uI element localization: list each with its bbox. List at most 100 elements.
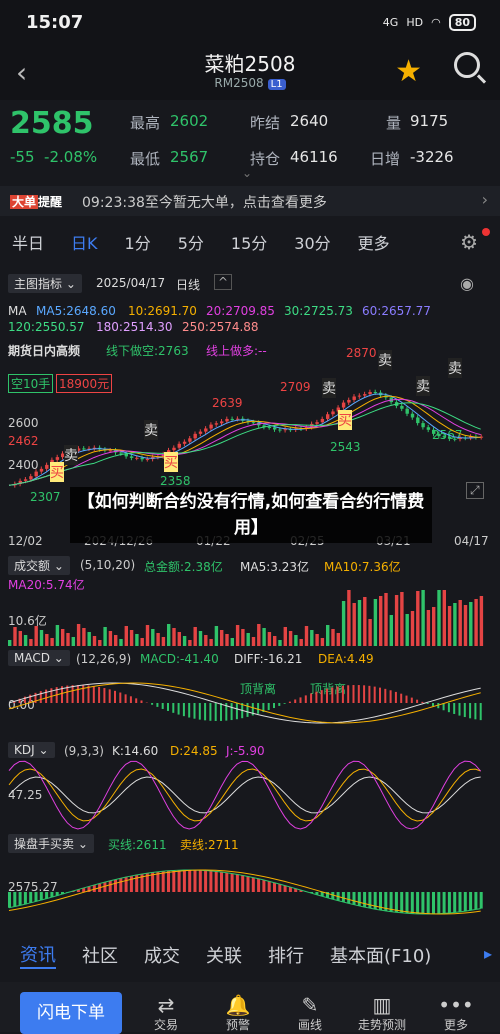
tab-30min[interactable]: 30分 [294, 230, 330, 254]
volume-bar [241, 629, 244, 646]
trade-icon: ⇄ [136, 994, 196, 1016]
candle-body [82, 448, 85, 449]
status-bar: 15:07 4G HD ◠ 80 [0, 0, 500, 44]
oi-label: 持仓 [250, 148, 280, 169]
hand-label: 操盘手买卖 [14, 837, 74, 851]
hand-bar [459, 892, 462, 912]
hand-plot [0, 852, 500, 924]
last-price: 2585 [10, 106, 94, 141]
tab-related[interactable]: 关联 [206, 942, 242, 968]
volume-bar [321, 638, 324, 646]
volume-bar [363, 597, 366, 646]
big-order-alert[interactable]: 大单提醒 09:23:38至今暂无大单，点击查看更多 › [0, 186, 500, 216]
macd-bar [40, 691, 42, 703]
pen-icon: ✎ [280, 994, 340, 1016]
search-icon[interactable] [454, 52, 480, 78]
expand-chevron-icon[interactable]: ⌄ [242, 166, 252, 180]
tab-half-day[interactable]: 半日 [12, 230, 44, 254]
more-button[interactable]: •••更多 [426, 994, 486, 1033]
candle-body [453, 439, 456, 440]
alert-button[interactable]: 🔔预警 [208, 994, 268, 1033]
article-overlay-title[interactable]: 【如何判断合约没有行情,如何查看合约行情费用】 [70, 487, 432, 543]
hand-bar [8, 892, 11, 908]
candle-body [24, 479, 27, 481]
trade-mark-buy: 买 [50, 462, 64, 482]
vol-label: 量 [386, 112, 401, 133]
macd-diff: DIFF:-16.21 [234, 652, 302, 666]
status-icons: 4G HD ◠ 80 [383, 14, 476, 31]
tab-1min[interactable]: 1分 [125, 230, 151, 254]
macd-bar [162, 703, 164, 709]
eye-icon[interactable]: ◉ [460, 274, 474, 293]
draw-line-button[interactable]: ✎画线 [280, 994, 340, 1033]
kline-chart[interactable]: 主图指标 ⌄ 2025/04/17 日线 ^ ◉ MA MA5:2648.60 … [0, 270, 500, 930]
hand-bar [416, 892, 419, 914]
favorite-star-icon[interactable]: ★ [395, 54, 422, 89]
hand-bar [194, 870, 197, 892]
volume-bar [406, 614, 409, 646]
price-change: -55 -2.08% [10, 148, 97, 166]
change-pct: -2.08% [44, 148, 97, 166]
tab-trades[interactable]: 成交 [144, 942, 180, 968]
macd-indicator-select[interactable]: MACD ⌄ [8, 650, 70, 666]
volume-bar [183, 636, 186, 646]
volume-bar [474, 599, 477, 646]
candle-body [406, 409, 409, 414]
fullscreen-icon[interactable]: ⤢ [466, 482, 484, 499]
tab-daily[interactable]: 日K [71, 230, 98, 254]
volume-bar [119, 639, 122, 646]
volume-bar [40, 630, 43, 646]
forecast-button[interactable]: ▥走势预测 [352, 994, 412, 1033]
hand-indicator-select[interactable]: 操盘手买卖 ⌄ [8, 834, 94, 853]
hand-bar [178, 870, 181, 892]
volume-bar [72, 637, 75, 646]
macd-bar [480, 703, 482, 720]
tab-15min[interactable]: 15分 [231, 230, 267, 254]
main-indicator-select[interactable]: 主图指标 ⌄ [8, 274, 82, 293]
ma20: 20:2709.85 [206, 304, 275, 318]
volume-total: 总金额:2.38亿 [144, 558, 223, 575]
tab-ranking[interactable]: 排行 [268, 942, 304, 968]
kdj-indicator-select[interactable]: KDJ ⌄ [8, 742, 55, 758]
candle-body [56, 457, 59, 460]
settings-gear-icon[interactable]: ⚙ [460, 230, 478, 254]
volume-bar [45, 634, 48, 646]
tab-more[interactable]: 更多 [358, 230, 390, 254]
tab-5min[interactable]: 5分 [178, 230, 204, 254]
prev-label: 昨结 [250, 112, 280, 133]
volume-bar [374, 599, 377, 646]
macd-bar [448, 703, 450, 712]
ma10: 10:2691.70 [128, 304, 197, 318]
collapse-icon[interactable]: ^ [214, 274, 232, 290]
tab-community[interactable]: 社区 [82, 942, 118, 968]
volume-bar [146, 625, 149, 646]
ma-line [9, 399, 481, 485]
tab-news[interactable]: 资讯 [20, 941, 56, 969]
volume-indicator-select[interactable]: 成交额 ⌄ [8, 556, 70, 575]
hand-bar [45, 892, 48, 899]
macd-dea: DEA:4.49 [318, 652, 374, 666]
chart-period: 日线 [176, 276, 200, 293]
volume-bar [469, 602, 472, 646]
hand-bar [162, 871, 165, 892]
volume-bar [448, 606, 451, 646]
tab-fundamentals[interactable]: 基本面(F10) [330, 942, 431, 968]
hand-bar [400, 892, 403, 913]
candle-body [220, 421, 223, 423]
scroll-right-icon[interactable]: ▸ [484, 944, 492, 963]
macd-bar [353, 685, 355, 703]
hand-bar [231, 873, 234, 892]
candle-body [35, 472, 38, 477]
macd-bar [321, 690, 323, 703]
macd-bar [220, 703, 222, 721]
trade-button[interactable]: ⇄交易 [136, 994, 196, 1033]
volume-bar [358, 600, 361, 646]
candle-body [236, 419, 239, 420]
hand-bar [262, 880, 265, 892]
hand-bar [252, 877, 255, 892]
macd-bar [77, 685, 79, 703]
action-bar: 闪电下单 ⇄交易 🔔预警 ✎画线 ▥走势预测 •••更多 [0, 982, 500, 1032]
flash-order-button[interactable]: 闪电下单 [20, 992, 122, 1034]
hand-bar [353, 892, 356, 905]
kdj-label: KDJ [14, 743, 35, 757]
